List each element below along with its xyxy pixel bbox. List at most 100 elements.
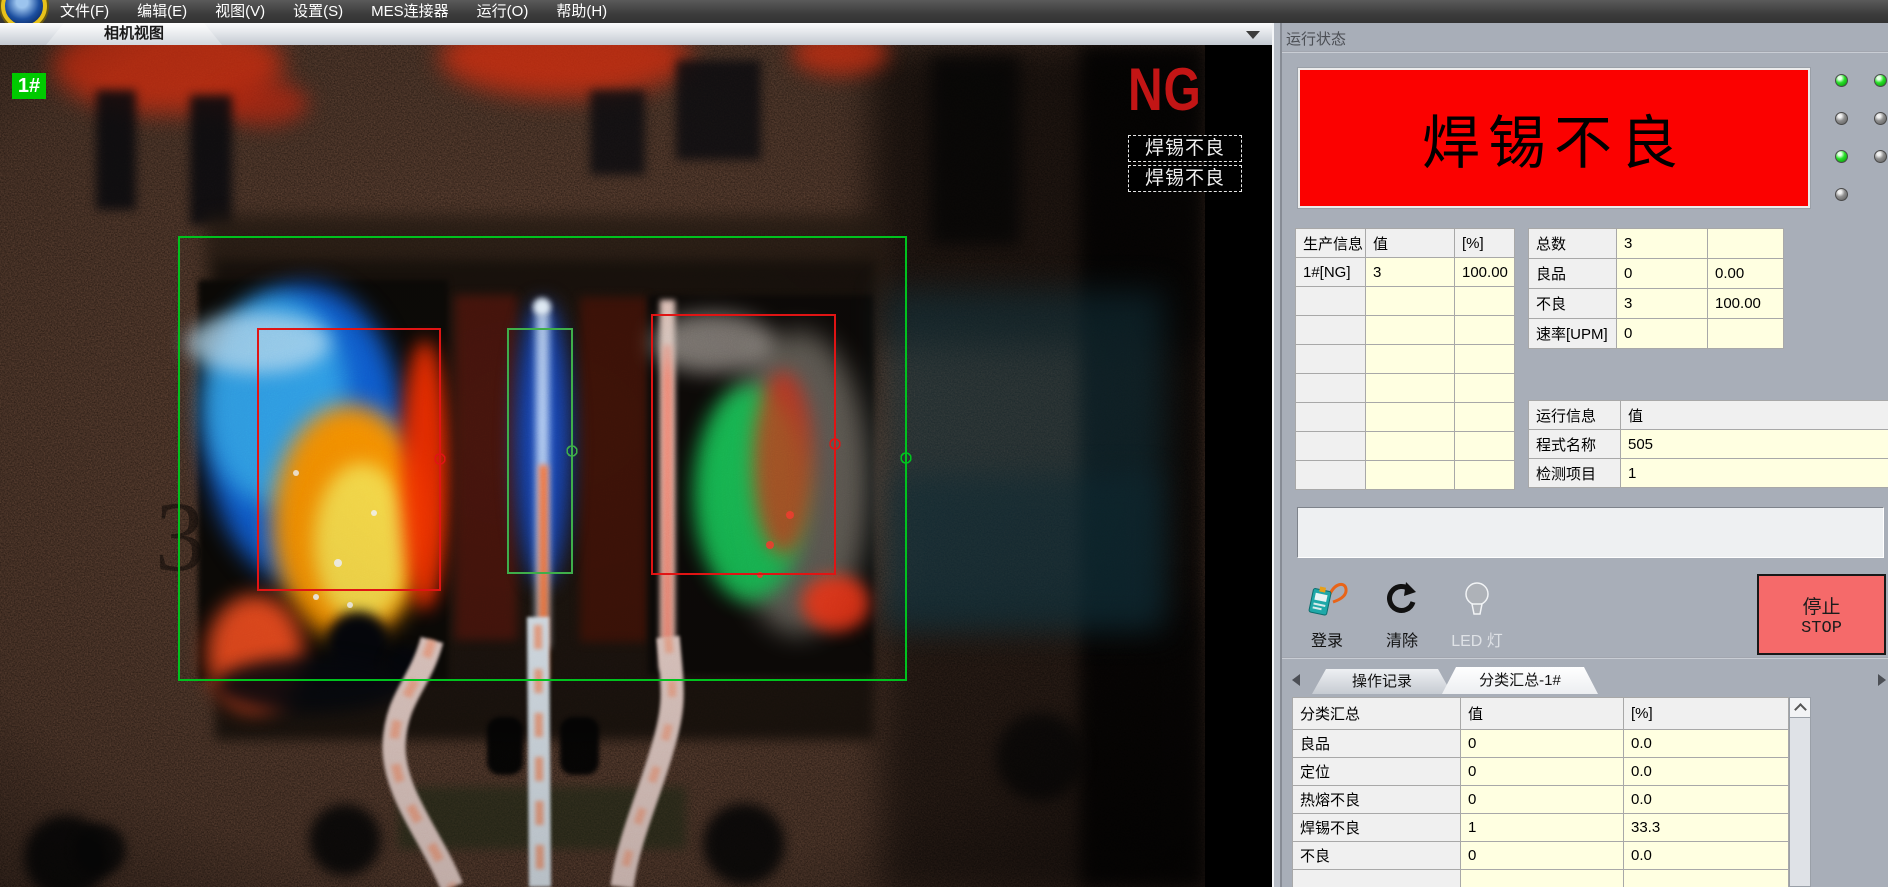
table-cell (1296, 432, 1366, 461)
table-cell: 定位 (1293, 758, 1461, 786)
divider (1282, 657, 1888, 659)
tab-camera-view[interactable]: 相机视图 (46, 23, 222, 45)
table-cell (1296, 461, 1366, 490)
inspection-image: 3 (0, 45, 1205, 887)
table-cell (1366, 432, 1455, 461)
column-header: 值 (1366, 229, 1455, 258)
table-cell (1366, 403, 1455, 432)
menu-item[interactable]: 帮助(H) (542, 0, 621, 23)
led-column-2 (1874, 74, 1887, 188)
alert-banner: 焊锡不良 (1298, 68, 1810, 208)
table-cell: 0.0 (1624, 786, 1789, 814)
table-cell (1296, 403, 1366, 432)
status-led-on (1835, 74, 1848, 87)
table-cell (1455, 345, 1515, 374)
table-cell (1366, 287, 1455, 316)
stop-label-cn: 停止 (1802, 592, 1840, 619)
column-header: 分类汇总 (1293, 698, 1461, 730)
classification-summary-table: 分类汇总值[%]良品00.0定位00.0热熔不良00.0焊锡不良133.3不良0… (1292, 697, 1789, 887)
table-cell (1455, 461, 1515, 490)
table-cell: 速率[UPM] (1529, 319, 1617, 349)
result-ng-label: NG (1128, 60, 1202, 120)
table-cell (1366, 374, 1455, 403)
table-cell: 程式名称 (1529, 430, 1621, 459)
stop-button[interactable]: 停止 STOP (1757, 574, 1886, 655)
table-cell (1708, 229, 1784, 259)
column-header: [%] (1455, 229, 1515, 258)
table-cell: 100.00 (1455, 258, 1515, 287)
table-cell: 热熔不良 (1293, 786, 1461, 814)
refresh-icon (1382, 580, 1422, 618)
table-cell: 0.0 (1624, 758, 1789, 786)
chevron-down-icon[interactable] (1246, 31, 1260, 39)
status-led-off (1874, 112, 1887, 125)
menu-item[interactable]: 设置(S) (279, 0, 357, 23)
divider (1282, 51, 1888, 53)
table-cell (1455, 287, 1515, 316)
chevron-up-icon (1794, 703, 1807, 716)
table-cell: 3 (1617, 229, 1708, 259)
column-header: 生产信息 (1296, 229, 1366, 258)
led-light-label: LED 灯 (1447, 627, 1507, 651)
status-led-on (1835, 150, 1848, 163)
login-label: 登录 (1297, 627, 1357, 651)
menu-item[interactable]: 运行(O) (463, 0, 543, 23)
table-cell: 505 (1621, 430, 1888, 459)
clear-label: 清除 (1372, 627, 1432, 651)
table-scrollbar[interactable] (1789, 697, 1811, 887)
table-cell: 3 (1617, 289, 1708, 319)
stop-label-en: STOP (1801, 619, 1842, 638)
table-cell: 100.00 (1708, 289, 1784, 319)
id-badge-icon (1305, 580, 1349, 618)
led-light-button[interactable]: LED 灯 (1447, 580, 1507, 651)
tab-operation-log[interactable]: 操作记录 (1312, 669, 1452, 694)
scroll-up-button[interactable] (1790, 698, 1810, 718)
defect-label: 焊锡不良 (1128, 165, 1242, 192)
menu-bar: 文件(F)编辑(E)视图(V)设置(S)MES连接器运行(O)帮助(H) (0, 0, 1888, 23)
table-cell: 1 (1621, 459, 1888, 488)
menu-item[interactable]: MES连接器 (357, 0, 463, 23)
login-button[interactable]: 登录 (1297, 580, 1357, 651)
station-badge: 1# (12, 73, 46, 99)
table-cell: 1#[NG] (1296, 258, 1366, 287)
menu-item[interactable]: 视图(V) (201, 0, 279, 23)
column-header: 值 (1461, 698, 1624, 730)
table-cell (1624, 870, 1789, 887)
totals-table: 总数3良品00.00不良3100.00速率[UPM]0 (1528, 228, 1784, 349)
table-cell: 总数 (1529, 229, 1617, 259)
led-column-1 (1835, 74, 1848, 226)
menu-items: 文件(F)编辑(E)视图(V)设置(S)MES连接器运行(O)帮助(H) (46, 0, 621, 23)
camera-tab-bar: 相机视图 (0, 23, 1272, 46)
table-cell (1455, 316, 1515, 345)
table-cell (1296, 287, 1366, 316)
defect-label: 焊锡不良 (1128, 135, 1242, 162)
table-cell (1461, 870, 1624, 887)
table-cell: 良品 (1529, 259, 1617, 289)
table-cell (1366, 345, 1455, 374)
tab-scroll-left-icon[interactable] (1292, 674, 1300, 686)
clear-button[interactable]: 清除 (1372, 580, 1432, 651)
table-cell: 0 (1461, 758, 1624, 786)
table-cell: 0.0 (1624, 730, 1789, 758)
table-cell (1293, 870, 1461, 887)
status-led-off (1874, 150, 1887, 163)
status-led-off (1835, 112, 1848, 125)
tab-scroll-right-icon[interactable] (1878, 674, 1886, 686)
run-info-table: 运行信息值程式名称505检测项目1 (1528, 400, 1888, 488)
menu-item[interactable]: 文件(F) (46, 0, 123, 23)
menu-item[interactable]: 编辑(E) (123, 0, 201, 23)
panel-splitter[interactable] (1272, 23, 1282, 887)
alert-text: 焊锡不良 (1422, 96, 1686, 180)
status-led-off (1835, 188, 1848, 201)
table-cell (1455, 432, 1515, 461)
table-cell: 0 (1617, 319, 1708, 349)
table-cell: 0.00 (1708, 259, 1784, 289)
table-cell: 检测项目 (1529, 459, 1621, 488)
table-cell: 0.0 (1624, 842, 1789, 870)
message-box[interactable] (1297, 507, 1884, 558)
tab-classification-summary[interactable]: 分类汇总-1# (1442, 667, 1598, 694)
table-cell (1455, 374, 1515, 403)
table-cell (1366, 316, 1455, 345)
column-header: 值 (1621, 401, 1888, 430)
table-cell (1296, 345, 1366, 374)
